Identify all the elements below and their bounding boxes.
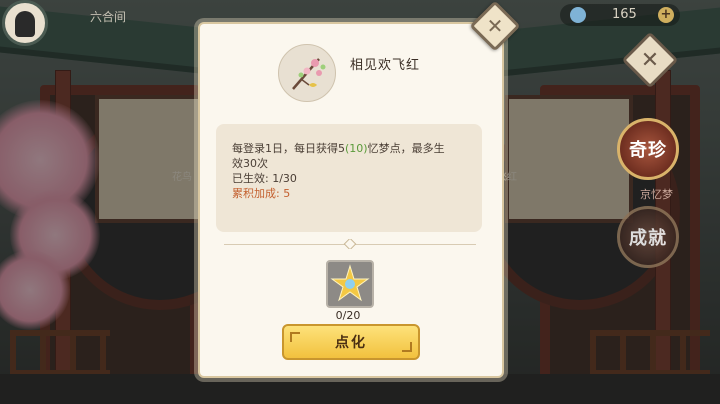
- dialog-title: 相见欢飞红: [350, 58, 421, 73]
- accumulated-bonus: 累积加成: 5: [232, 187, 291, 200]
- qizhen-button[interactable]: 奇珍: [617, 118, 679, 180]
- description-text: 忆梦点，最多生: [367, 142, 445, 155]
- star-dream-item-icon: [330, 264, 370, 302]
- close-icon: ✕: [640, 47, 660, 73]
- avatar[interactable]: [2, 0, 48, 46]
- description-line: 每登录1日，每日获得5(10)忆梦点，最多生: [232, 142, 445, 156]
- add-currency-button[interactable]: +: [658, 7, 674, 23]
- item-detail-dialog: 相见欢飞红 每登录1日，每日获得5(10)忆梦点，最多生 效30次 已生效: 1…: [198, 22, 504, 378]
- description-line: 效30次: [232, 157, 268, 170]
- item-slot[interactable]: [326, 260, 374, 308]
- dianhua-button[interactable]: 点化: [282, 324, 420, 360]
- blossom-emblem-icon: [278, 44, 336, 102]
- side-ribbon-label: 京忆梦: [640, 188, 673, 201]
- currency-display: 165 +: [560, 4, 680, 26]
- close-icon: ✕: [486, 14, 504, 38]
- description-text: 每登录1日，每日获得5: [232, 142, 345, 155]
- currency-icon: [570, 7, 586, 23]
- item-count: 0/20: [335, 309, 361, 322]
- effect-progress: 已生效: 1/30: [232, 172, 297, 185]
- chengjiu-button[interactable]: 成就: [617, 206, 679, 268]
- bonus-highlight: (10): [345, 142, 368, 155]
- location-label: 六合间: [90, 10, 127, 24]
- divider-ornament-icon: [343, 239, 357, 249]
- currency-value: 165: [612, 7, 637, 22]
- description-box: 每登录1日，每日获得5(10)忆梦点，最多生 效30次 已生效: 1/30 累积…: [216, 124, 482, 232]
